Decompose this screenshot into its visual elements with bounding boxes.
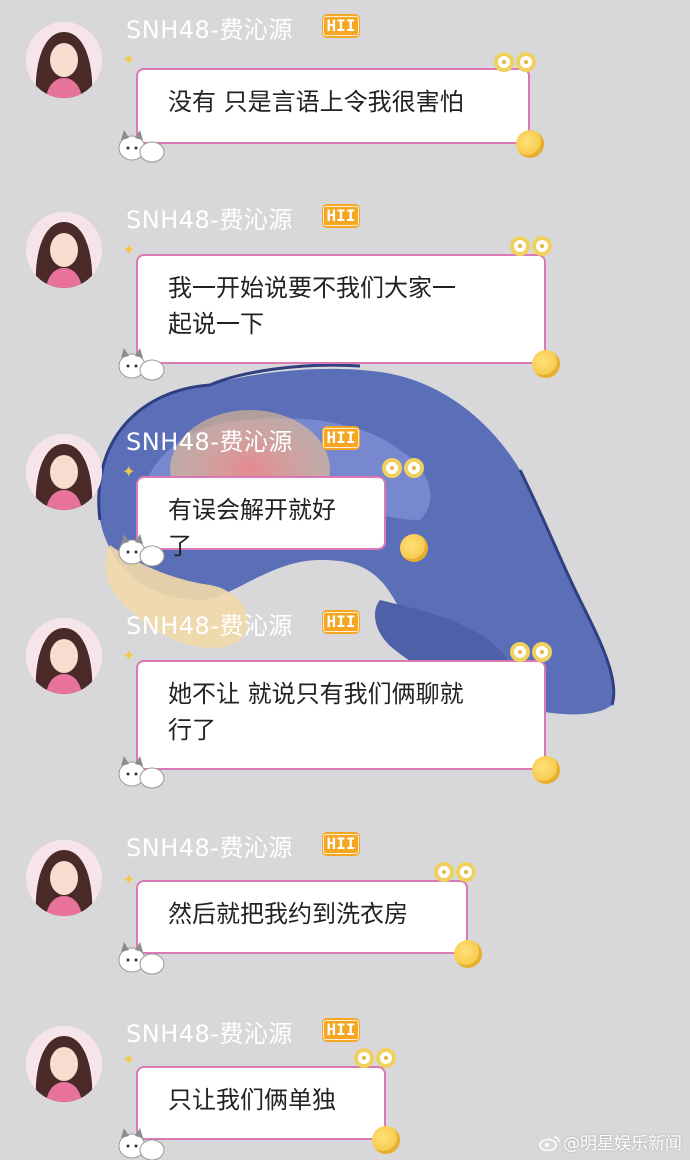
message-bubble[interactable]: 没有 只是言语上令我很害怕: [136, 68, 530, 144]
chat-message: SNH48-费沁源 HII ✦ 她不让 就说只有我们俩聊就 行了: [0, 596, 690, 789]
source-watermark: @明星娱乐新闻: [539, 1129, 682, 1154]
level-badge: HII: [322, 832, 360, 856]
avatar-photo: [26, 434, 102, 510]
sender-name: SNH48-费沁源: [126, 16, 293, 44]
message-line: 我一开始说要不我们大家一: [168, 274, 456, 302]
ring-decoration-icon: [494, 52, 538, 76]
avatar-photo: [26, 212, 102, 288]
avatar-photo: [26, 840, 102, 916]
cats-sticker-icon: [118, 756, 165, 789]
avatar[interactable]: [26, 212, 102, 288]
yarn-ball-icon: [400, 534, 428, 562]
sender-name: SNH48-费沁源: [126, 428, 293, 456]
level-badge: HII: [322, 610, 360, 634]
sparkle-icon: ✦: [122, 870, 136, 889]
message-bubble[interactable]: 有误会解开就好了: [136, 476, 386, 560]
level-badge: HII: [322, 14, 360, 38]
cats-sticker-icon: [118, 130, 165, 163]
sender-name: SNH48-费沁源: [126, 612, 293, 640]
watermark-text: @明星娱乐新闻: [563, 1134, 682, 1154]
avatar[interactable]: [26, 840, 102, 916]
chat-message: SNH48-费沁源 HII ✦ 没有 只是言语上令我很害怕: [0, 0, 690, 180]
ring-decoration-icon: [510, 236, 554, 260]
yarn-ball-icon: [516, 130, 544, 158]
yarn-ball-icon: [372, 1126, 400, 1154]
message-line: 有误会解开就好了: [168, 496, 336, 560]
sender-name: SNH48-费沁源: [126, 206, 293, 234]
weibo-icon: [539, 1136, 560, 1151]
avatar-photo: [26, 618, 102, 694]
cats-sticker-icon: [118, 942, 165, 975]
cats-sticker-icon: [118, 348, 165, 381]
level-badge: HII: [322, 426, 360, 450]
message-line: 然后就把我约到洗衣房: [168, 900, 408, 928]
chat-message: SNH48-费沁源 HII ✦ 有误会解开就好了: [0, 412, 690, 592]
message-line: 起说一下: [168, 310, 264, 338]
message-bubble[interactable]: 然后就把我约到洗衣房: [136, 880, 468, 954]
message-line: 行了: [168, 716, 216, 744]
chat-message: SNH48-费沁源 HII ✦ 然后就把我约到洗衣房: [0, 818, 690, 998]
message-line: 她不让 就说只有我们俩聊就: [168, 680, 464, 708]
avatar[interactable]: [26, 1026, 102, 1102]
cats-sticker-icon: [118, 1128, 165, 1160]
avatar[interactable]: [26, 22, 102, 98]
chat-screen: SNH48-费沁源 HII ✦ 没有 只是言语上令我很害怕 SNH48-费沁源 …: [0, 0, 690, 1160]
yarn-ball-icon: [532, 756, 560, 784]
message-bubble[interactable]: 她不让 就说只有我们俩聊就 行了: [136, 660, 546, 770]
sparkle-icon: ✦: [122, 240, 136, 259]
chat-message: SNH48-费沁源 HII ✦ 我一开始说要不我们大家一 起说一下: [0, 190, 690, 381]
cats-sticker-icon: [118, 534, 165, 567]
message-bubble[interactable]: 只让我们俩单独: [136, 1066, 386, 1140]
sparkle-icon: ✦: [122, 1050, 136, 1069]
message-bubble[interactable]: 我一开始说要不我们大家一 起说一下: [136, 254, 546, 364]
ring-decoration-icon: [510, 642, 554, 666]
avatar-photo: [26, 22, 102, 98]
message-line: 没有 只是言语上令我很害怕: [168, 88, 464, 116]
sender-name: SNH48-费沁源: [126, 834, 293, 862]
level-badge: HII: [322, 1018, 360, 1042]
sparkle-icon: ✦: [122, 646, 136, 665]
sender-name: SNH48-费沁源: [126, 1020, 293, 1048]
sparkle-icon: ✦: [122, 462, 136, 481]
yarn-ball-icon: [532, 350, 560, 378]
message-line: 只让我们俩单独: [168, 1086, 336, 1114]
ring-decoration-icon: [434, 862, 478, 886]
ring-decoration-icon: [354, 1048, 398, 1072]
avatar[interactable]: [26, 434, 102, 510]
level-badge: HII: [322, 204, 360, 228]
avatar[interactable]: [26, 618, 102, 694]
sparkle-icon: ✦: [122, 50, 136, 69]
yarn-ball-icon: [454, 940, 482, 968]
avatar-photo: [26, 1026, 102, 1102]
ring-decoration-icon: [382, 458, 426, 482]
